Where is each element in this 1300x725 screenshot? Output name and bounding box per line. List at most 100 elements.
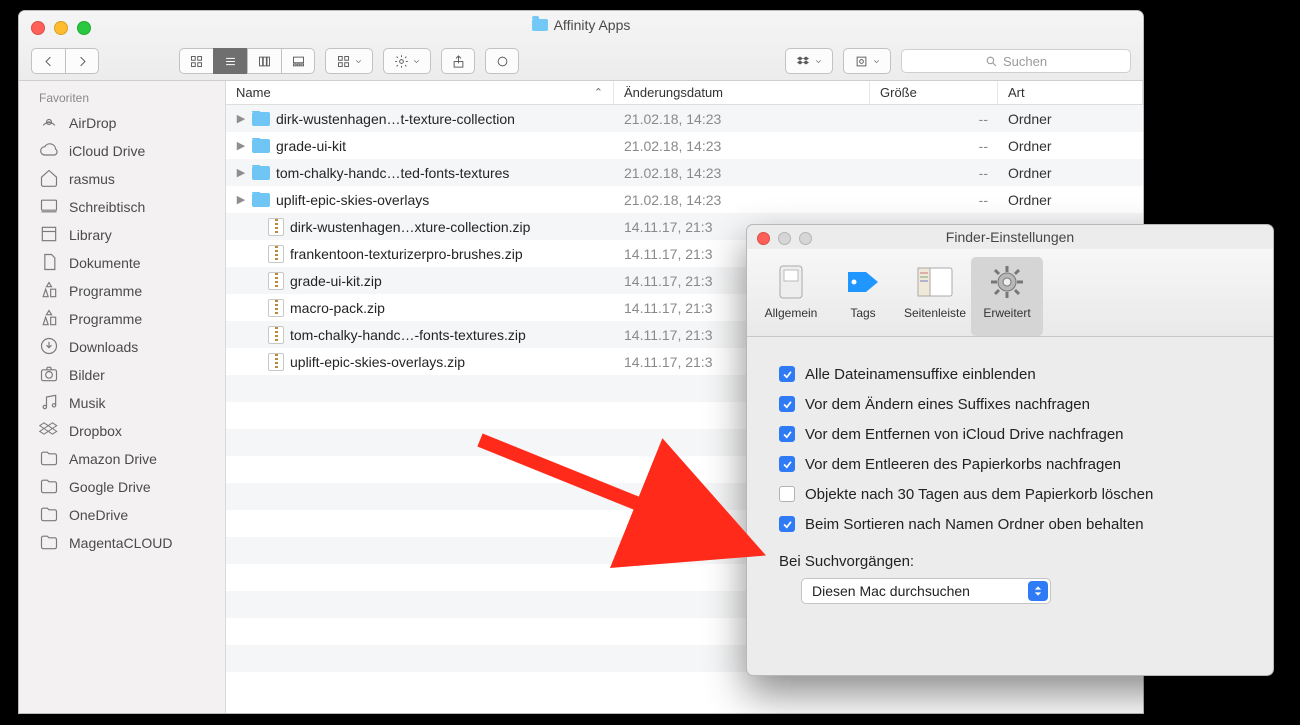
checkbox[interactable] — [779, 456, 795, 472]
folder-icon — [39, 504, 59, 527]
camera-icon — [39, 364, 59, 387]
empty-row — [226, 672, 1143, 699]
sidebar-item-label: rasmus — [69, 171, 115, 187]
view-list-button[interactable] — [213, 48, 247, 74]
search-field[interactable]: Suchen — [901, 49, 1131, 73]
sidebar-item-label: Library — [69, 227, 112, 243]
view-columns-button[interactable] — [247, 48, 281, 74]
sidebar-item-rasmus[interactable]: rasmus — [19, 165, 225, 193]
disclosure-triangle-icon[interactable]: ▶ — [236, 139, 246, 152]
arrange-button[interactable] — [325, 48, 373, 74]
sidebar-item-label: OneDrive — [69, 507, 128, 523]
file-name: grade-ui-kit.zip — [290, 273, 382, 289]
sort-indicator-icon: ⌃ — [594, 86, 603, 99]
window-title-text: Affinity Apps — [554, 17, 631, 33]
sidebar-item-google-drive[interactable]: Google Drive — [19, 473, 225, 501]
sidebar-item-icloud-drive[interactable]: iCloud Drive — [19, 137, 225, 165]
disclosure-triangle-icon[interactable]: ▶ — [236, 112, 246, 125]
view-switcher — [179, 48, 315, 74]
disclosure-triangle-icon[interactable]: ▶ — [236, 166, 246, 179]
folder-icon — [39, 448, 59, 471]
back-button[interactable] — [31, 48, 65, 74]
prefs-titlebar: Finder-Einstellungen — [747, 225, 1273, 249]
sidebar-item-magentacloud[interactable]: MagentaCLOUD — [19, 529, 225, 557]
sidebar-item-schreibtisch[interactable]: Schreibtisch — [19, 193, 225, 221]
tags-button[interactable] — [485, 48, 519, 74]
view-gallery-button[interactable] — [281, 48, 315, 74]
dropbox-button[interactable] — [785, 48, 833, 74]
apps-icon — [39, 280, 59, 303]
sync-button[interactable] — [843, 48, 891, 74]
view-icons-button[interactable] — [179, 48, 213, 74]
checkbox[interactable] — [779, 426, 795, 442]
prefs-tab-general[interactable]: Allgemein — [755, 257, 827, 336]
downloads-icon — [39, 336, 59, 359]
sidebar-item-programme[interactable]: Programme — [19, 305, 225, 333]
sidebar-item-airdrop[interactable]: AirDrop — [19, 109, 225, 137]
sidebar-item-bilder[interactable]: Bilder — [19, 361, 225, 389]
sidebar-item-programme[interactable]: Programme — [19, 277, 225, 305]
file-date: 21.02.18, 14:23 — [614, 165, 870, 181]
file-row[interactable]: ▶dirk-wustenhagen…t-texture-collection 2… — [226, 105, 1143, 132]
sidebar-item-dropbox[interactable]: Dropbox — [19, 417, 225, 445]
file-date: 21.02.18, 14:23 — [614, 138, 870, 154]
file-size: -- — [870, 138, 998, 154]
checkbox-label: Beim Sortieren nach Namen Ordner oben be… — [805, 516, 1144, 533]
search-scope-select[interactable]: Diesen Mac durchsuchen — [801, 578, 1051, 604]
sidebar-item-downloads[interactable]: Downloads — [19, 333, 225, 361]
folder-icon — [252, 139, 270, 153]
select-arrows-icon — [1028, 581, 1048, 601]
sidebar-item-library[interactable]: Library — [19, 221, 225, 249]
sidebar-item-label: iCloud Drive — [69, 143, 145, 159]
sidebar-item-musik[interactable]: Musik — [19, 389, 225, 417]
prefs-tab-advanced[interactable]: Erweitert — [971, 257, 1043, 336]
checkbox[interactable] — [779, 366, 795, 382]
file-name: grade-ui-kit — [276, 138, 346, 154]
sidebar-item-dokumente[interactable]: Dokumente — [19, 249, 225, 277]
zip-icon — [268, 299, 284, 317]
column-size[interactable]: Größe — [870, 81, 998, 104]
checkbox[interactable] — [779, 396, 795, 412]
nav-buttons — [31, 48, 99, 74]
tag-icon — [844, 263, 882, 301]
column-kind[interactable]: Art — [998, 81, 1143, 104]
prefs-tab-tags[interactable]: Tags — [827, 257, 899, 336]
share-button[interactable] — [441, 48, 475, 74]
file-date: 21.02.18, 14:23 — [614, 111, 870, 127]
file-date: 21.02.18, 14:23 — [614, 192, 870, 208]
zip-icon — [268, 218, 284, 236]
forward-button[interactable] — [65, 48, 99, 74]
file-name: uplift-epic-skies-overlays.zip — [290, 354, 465, 370]
checkbox[interactable] — [779, 486, 795, 502]
prefs-checkbox-row: Objekte nach 30 Tagen aus dem Papierkorb… — [779, 479, 1241, 509]
action-button[interactable] — [383, 48, 431, 74]
file-name: dirk-wustenhagen…xture-collection.zip — [290, 219, 530, 235]
finder-sidebar: Favoriten AirDropiCloud DriverasmusSchre… — [19, 81, 226, 713]
prefs-body: Alle Dateinamensuffixe einblenden Vor dem… — [747, 337, 1273, 675]
sidebar-item-label: Schreibtisch — [69, 199, 145, 215]
file-row[interactable]: ▶ uplift-epic-skies-overlays 21.02.18, 14… — [226, 186, 1143, 213]
disclosure-triangle-icon[interactable]: ▶ — [236, 193, 246, 206]
apps-icon — [39, 308, 59, 331]
column-headers: Name⌃ Änderungsdatum Größe Art — [226, 81, 1143, 105]
sidebar-item-label: MagentaCLOUD — [69, 535, 173, 551]
finder-preferences-window: Finder-Einstellungen Allgemein Tags Seit… — [746, 224, 1274, 676]
column-name[interactable]: Name⌃ — [226, 81, 614, 104]
prefs-tab-sidebar[interactable]: Seitenleiste — [899, 257, 971, 336]
prefs-checkbox-row: Alle Dateinamensuffixe einblenden — [779, 359, 1241, 389]
docs-icon — [39, 252, 59, 275]
file-row[interactable]: ▶grade-ui-kit 21.02.18, 14:23 -- Ordner — [226, 132, 1143, 159]
sidebar-item-onedrive[interactable]: OneDrive — [19, 501, 225, 529]
column-date[interactable]: Änderungsdatum — [614, 81, 870, 104]
sidebar-item-label: Dropbox — [69, 423, 122, 439]
sidebar-item-amazon-drive[interactable]: Amazon Drive — [19, 445, 225, 473]
prefs-checkbox-row: Vor dem Entfernen von iCloud Drive nachf… — [779, 419, 1241, 449]
sidebar-icon — [916, 263, 954, 301]
checkbox[interactable] — [779, 516, 795, 532]
file-row[interactable]: ▶tom-chalky-handc…ted-fonts-textures 21.… — [226, 159, 1143, 186]
file-name: uplift-epic-skies-overlays — [276, 192, 429, 208]
zip-icon — [268, 326, 284, 344]
folder-icon — [252, 193, 270, 207]
sidebar-item-label: AirDrop — [69, 115, 116, 131]
prefs-toolbar: Allgemein Tags Seitenleiste Erweitert — [747, 249, 1273, 337]
